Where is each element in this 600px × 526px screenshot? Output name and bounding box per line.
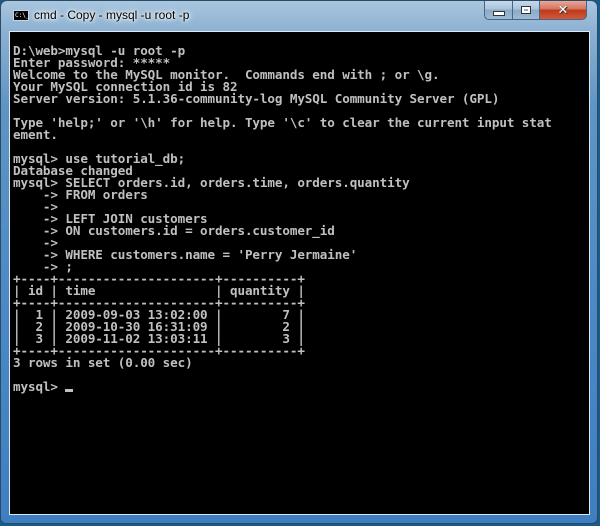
console-line: 3 rows in set (0.00 sec) bbox=[13, 355, 193, 370]
window-title: cmd - Copy - mysql -u root -p bbox=[34, 8, 190, 22]
console-line: -> WHERE customers.name = 'Perry Jermain… bbox=[13, 247, 358, 262]
console-window: C:\_ cmd - Copy - mysql -u root -p ✕ D:\… bbox=[0, 0, 598, 524]
console-prompt-line[interactable]: mysql> bbox=[13, 379, 552, 394]
command-prompt-icon[interactable]: C:\_ bbox=[13, 10, 29, 21]
maximize-button[interactable] bbox=[513, 1, 540, 20]
mysql-prompt: mysql> bbox=[13, 379, 66, 394]
console-line: Type 'help;' or '\h' for help. Type '\c'… bbox=[13, 115, 552, 130]
minimize-icon bbox=[492, 10, 505, 16]
text-cursor bbox=[65, 389, 74, 392]
maximize-icon bbox=[521, 6, 531, 14]
console-line: Server version: 5.1.36-community-log MyS… bbox=[13, 91, 500, 106]
console-line: -> FROM orders bbox=[13, 187, 148, 202]
window-controls: ✕ bbox=[484, 1, 587, 21]
close-icon: ✕ bbox=[557, 2, 569, 18]
console-output-area[interactable]: D:\web>mysql -u root -p Enter password: *… bbox=[9, 31, 590, 515]
close-button[interactable]: ✕ bbox=[540, 1, 587, 20]
console-line: ement. bbox=[13, 127, 58, 142]
title-bar[interactable]: C:\_ cmd - Copy - mysql -u root -p ✕ bbox=[1, 1, 597, 31]
console-text: D:\web>mysql -u root -p Enter password: *… bbox=[13, 44, 552, 394]
minimize-button[interactable] bbox=[484, 1, 513, 20]
console-line: -> ON customers.id = orders.customer_id bbox=[13, 223, 335, 238]
